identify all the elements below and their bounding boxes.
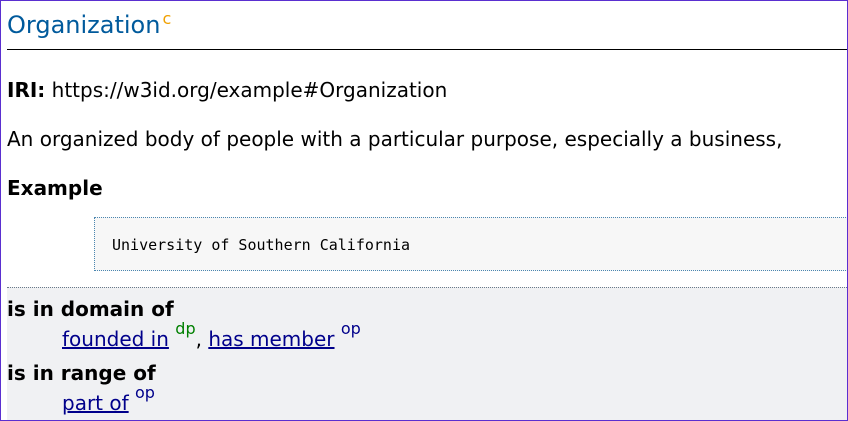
link-separator: , (195, 327, 202, 351)
datatype-property-tag: dp (175, 319, 196, 338)
example-box: University of Southern California (94, 217, 847, 271)
object-property-tag: op (135, 383, 155, 402)
domain-heading: is in domain of (7, 297, 174, 321)
range-links: part of op (62, 383, 155, 415)
page-frame: Organization c IRI: https://w3id.org/exam… (0, 0, 848, 421)
entity-title: Organization c (7, 9, 172, 39)
domain-links: founded in dp, has member op (62, 319, 361, 351)
founded-in-link[interactable]: founded in (62, 327, 169, 351)
entity-description: An organized body of people with a parti… (7, 127, 783, 151)
part-of-link[interactable]: part of (62, 391, 129, 415)
example-text: University of Southern California (112, 236, 411, 254)
range-heading: is in range of (7, 361, 156, 385)
title-row: Organization c (7, 1, 847, 50)
domain-range-block: is in domain of founded in dp, has membe… (7, 287, 847, 420)
example-heading: Example (7, 176, 103, 200)
entity-section: Organization c IRI: https://w3id.org/exam… (7, 1, 847, 420)
iri-label: IRI: (7, 78, 46, 102)
object-property-tag: op (340, 319, 361, 338)
class-type-marker: c (162, 9, 172, 28)
has-member-link[interactable]: has member (208, 327, 334, 351)
iri-value: https://w3id.org/example#Organization (51, 78, 448, 102)
iri-row: IRI: https://w3id.org/example#Organizati… (7, 78, 447, 102)
entity-title-text: Organization (7, 11, 161, 39)
